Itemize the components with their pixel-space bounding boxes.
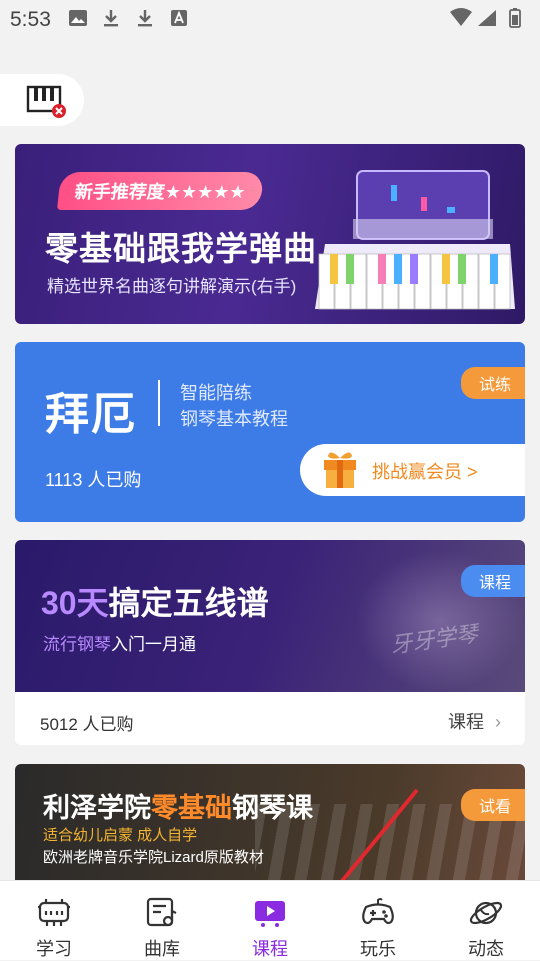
recommend-badge: 新手推荐度★★★★★ [57, 172, 264, 210]
nav-course[interactable]: 课程 [216, 881, 324, 961]
piano-mode-button[interactable] [0, 74, 84, 126]
a-badge-icon [171, 10, 187, 26]
card-subtitle: 精选世界名曲逐句讲解演示(右手) [47, 277, 297, 296]
signal-icon [478, 10, 496, 26]
download-icon [104, 10, 118, 27]
status-time: 5:53 [10, 8, 51, 31]
course-card-staff-notation[interactable]: 30天搞定五线谱 流行钢琴入门一月通 牙牙学琴 课程 5012 人已购 课程 › [15, 540, 525, 745]
chevron-right-icon: › [495, 712, 501, 732]
nav-feed[interactable]: 动态 [432, 881, 540, 961]
nav-study[interactable]: 学习 [0, 881, 108, 961]
nav-library[interactable]: 曲库 [108, 881, 216, 961]
wifi-icon [450, 8, 472, 26]
course-card-beginner-pieces[interactable]: 新手推荐度★★★★★ 零基础跟我学弹曲 精选世界名曲逐句讲解演示(右手) [15, 144, 525, 324]
nav-label: 动态 [468, 939, 504, 959]
course-link[interactable]: 课程 › [448, 708, 501, 734]
title-divider [158, 380, 160, 426]
nav-label: 玩乐 [360, 939, 396, 959]
tag-preview: 试看 [460, 789, 525, 821]
gamepad-icon [362, 898, 394, 925]
tag-course: 课程 [460, 565, 525, 597]
keyboard-illustration [315, 170, 515, 310]
card-title: 零基础跟我学弹曲 [45, 230, 317, 267]
tag-trial: 试练 [460, 367, 525, 399]
card-sub2: 钢琴基本教程 [180, 409, 288, 429]
study-icon [38, 899, 70, 926]
gift-icon [324, 452, 356, 488]
purchase-count: 1113 人已购 [45, 470, 142, 490]
card-title: 30天搞定五线谱 [41, 585, 269, 621]
card-subtitle: 流行钢琴入门一月通 [43, 635, 196, 654]
course-card-beyer[interactable]: 拜厄 智能陪练 钢琴基本教程 试练 1113 人已购 挑战赢会员 > [15, 342, 525, 522]
card-title: 拜厄 [45, 390, 137, 439]
card-sub1: 适合幼儿启蒙 成人自学 [43, 827, 198, 844]
nav-label: 学习 [36, 939, 72, 959]
system-status-icons [450, 8, 521, 28]
planet-icon [469, 901, 503, 925]
purchase-count: 5012 人已购 [40, 715, 134, 734]
image-icon [69, 10, 87, 26]
download-icon [138, 10, 152, 27]
card-sub1: 智能陪练 [180, 383, 252, 403]
library-icon [146, 897, 177, 927]
status-bar: 5:53 [0, 0, 540, 38]
bottom-nav: 学习 曲库 课程 玩乐 动态 [0, 880, 540, 960]
challenge-member-button[interactable]: 挑战赢会员 > [300, 444, 525, 496]
piano-icon [26, 85, 66, 118]
nav-play[interactable]: 玩乐 [324, 881, 432, 961]
card-sub2: 欧洲老牌音乐学院Lizard原版教材 [43, 849, 264, 866]
nav-label: 曲库 [144, 939, 180, 959]
course-banner: 30天搞定五线谱 流行钢琴入门一月通 牙牙学琴 课程 [15, 540, 525, 692]
nav-label: 课程 [252, 939, 288, 959]
course-play-icon [255, 901, 285, 927]
card-title: 利泽学院零基础钢琴课 [43, 793, 313, 823]
